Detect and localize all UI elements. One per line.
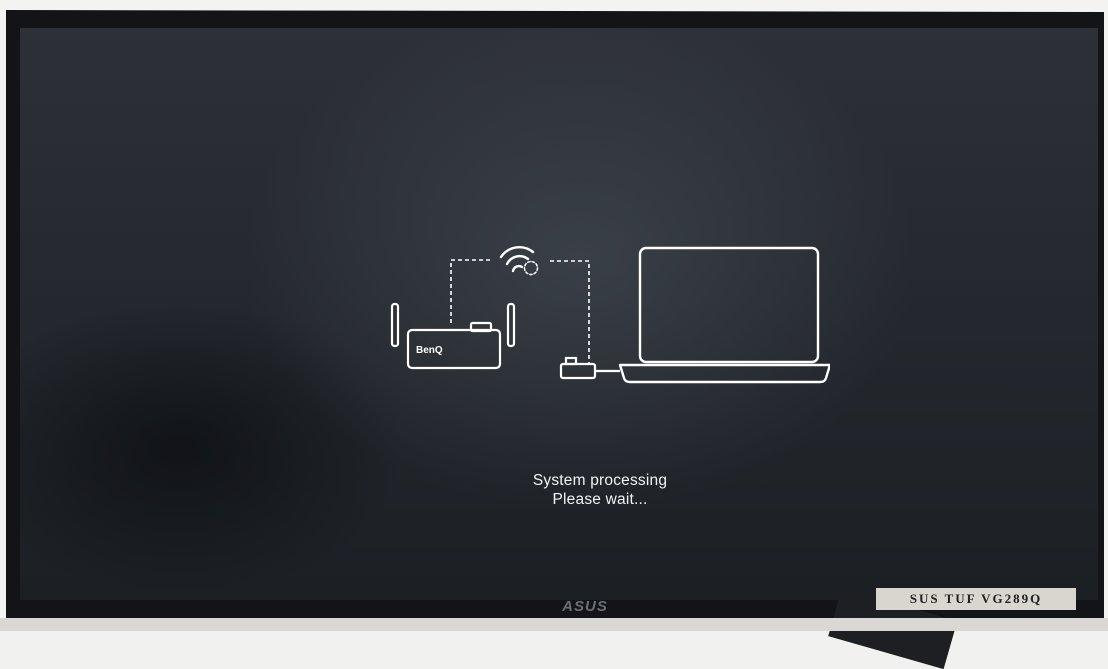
status-message: System processing Please wait... [20, 471, 1098, 509]
dashed-link-right [550, 260, 590, 363]
status-line-processing: System processing [532, 472, 668, 489]
receiver-brand-text: BenQ [416, 345, 443, 356]
monitor-brand-logo: ASUS [562, 598, 608, 615]
dashed-link-left [450, 259, 490, 323]
monitor-screen: BenQ System processing Please wait... [20, 28, 1098, 600]
monitor-model-label: SUS TUF VG289Q [876, 588, 1076, 610]
connection-illustration: BenQ [390, 246, 830, 384]
desk-surface [0, 618, 1108, 631]
usb-button-icon [559, 356, 620, 380]
wifi-icon [499, 246, 539, 276]
monitor-bezel: BenQ System processing Please wait... [6, 10, 1104, 622]
laptop-icon [618, 246, 830, 384]
benq-receiver-icon: BenQ [390, 302, 516, 370]
status-line-wait: Please wait... [552, 491, 648, 508]
